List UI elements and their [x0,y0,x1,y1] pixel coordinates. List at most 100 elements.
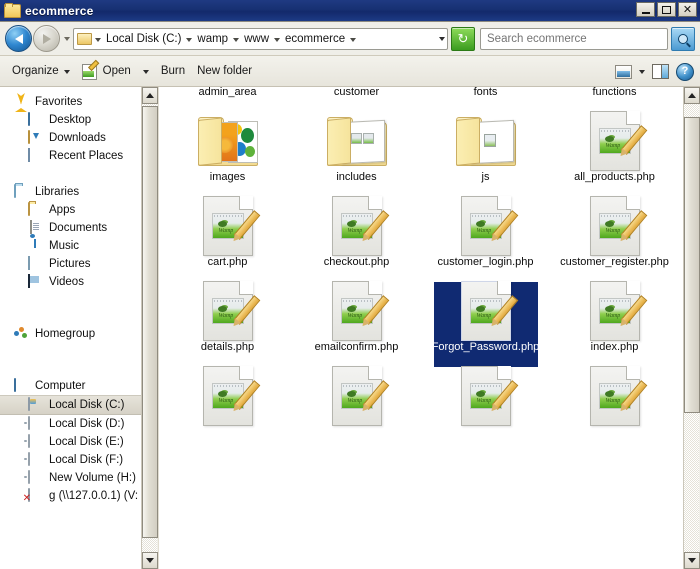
sidebar-item-videos[interactable]: Videos [0,273,158,291]
nav-label: Documents [49,222,108,234]
file-item[interactable]: js [421,110,550,195]
nav-header-favorites[interactable]: Favorites [0,93,158,112]
sidebar-item-local-disk-c[interactable]: Local Disk (C:) [0,395,158,415]
folder-icon [455,112,516,170]
drive-icon [28,416,44,431]
file-item[interactable]: Wamp checkout.php [292,195,421,280]
computer-icon [14,378,30,393]
preview-pane-icon[interactable] [652,64,669,79]
file-item[interactable]: Wamp all_products.php [550,110,679,195]
file-item[interactable]: customer [292,87,421,110]
path-dropdown-icon[interactable] [439,36,445,41]
video-icon [28,274,44,289]
navigation-pane-scrollbar[interactable] [141,87,158,569]
search-input[interactable] [481,28,667,49]
breadcrumb-item-3[interactable]: ecommerce [283,33,347,45]
sidebar-item-pictures[interactable]: Pictures [0,255,158,273]
scrollbar-thumb[interactable] [684,117,700,413]
refresh-icon: ↻ [457,31,469,46]
downloads-icon [28,130,44,145]
file-item[interactable]: Wamp emailconfirm.php [292,280,421,365]
refresh-button[interactable]: ↻ [451,26,475,51]
php-file-icon: Wamp [589,366,647,426]
minimize-button[interactable] [636,2,655,17]
file-name: images [209,171,246,183]
new-folder-button[interactable]: New folder [191,62,258,80]
file-name: includes [336,171,377,183]
help-icon[interactable]: ? [676,62,694,81]
breadcrumb[interactable]: Local Disk (C:) wamp www ecommerce [73,27,448,50]
nav-header-computer[interactable]: Computer [0,377,158,395]
nav-label: Videos [49,276,84,288]
window-title: ecommerce [25,3,94,18]
sidebar-item-desktop[interactable]: Desktop [0,111,158,129]
file-item[interactable]: Wamp customer_register.php [550,195,679,280]
burn-label: Burn [160,65,186,77]
sidebar-item-new-volume-h[interactable]: New Volume (H:) [0,469,158,487]
sidebar-item-network-drive-v[interactable]: g (\\127.0.0.1) (V: [0,487,158,505]
file-item[interactable]: images [163,110,292,195]
file-name: all_products.php [574,171,655,183]
file-item[interactable]: Wamp details.php [163,280,292,365]
file-item-selected[interactable]: Wamp Forgot_Password.php [421,280,550,365]
breadcrumb-item-0[interactable]: Local Disk (C:) [104,33,183,45]
recent-pages-dropdown[interactable] [60,26,73,51]
sidebar-item-music[interactable]: Music [0,237,158,255]
file-item[interactable]: Wamp cart.php [163,195,292,280]
file-item[interactable]: includes [292,110,421,195]
scroll-up-button[interactable] [142,87,158,104]
sidebar-item-downloads[interactable]: Downloads [0,129,158,147]
change-view-icon[interactable] [615,64,632,79]
breadcrumb-item-1[interactable]: wamp [195,33,230,45]
nav-label: g (\\127.0.0.1) (V: [49,490,139,502]
file-list-pane[interactable]: admin_area customer fonts functions imag… [159,87,700,569]
sidebar-item-local-disk-d[interactable]: Local Disk (D:) [0,415,158,433]
burn-button[interactable]: Burn [155,62,191,80]
nav-label: Local Disk (E:) [49,436,124,448]
search-box[interactable] [480,27,668,50]
breadcrumb-item-2[interactable]: www [242,33,271,45]
nav-group-homegroup: Homegroup [0,325,158,343]
sidebar-item-homegroup[interactable]: Homegroup [0,325,158,343]
breadcrumb-separator-icon [274,37,281,42]
scrollbar-thumb[interactable] [142,106,158,538]
sidebar-item-local-disk-e[interactable]: Local Disk (E:) [0,433,158,451]
open-dropdown-button[interactable] [137,65,155,77]
search-button[interactable] [671,26,695,51]
scroll-up-button[interactable] [684,87,700,104]
sidebar-item-apps[interactable]: Apps [0,201,158,219]
file-item[interactable]: Wamp [292,365,421,450]
file-item[interactable]: Wamp [421,365,550,450]
close-button[interactable]: ✕ [678,2,697,17]
libraries-icon [14,184,30,199]
file-item[interactable]: fonts [421,87,550,110]
command-bar-right: ? [615,56,694,87]
file-pane-scrollbar[interactable] [683,87,700,569]
command-bar: Organize Open Burn New folder ? [0,56,700,87]
nav-label: Downloads [49,132,106,144]
file-item[interactable]: admin_area [163,87,292,110]
open-button[interactable]: Open [76,59,137,82]
sidebar-item-documents[interactable]: Documents [0,219,158,237]
scroll-down-button[interactable] [684,552,700,569]
forward-button[interactable] [33,25,60,52]
file-item[interactable]: functions [550,87,679,110]
nav-label: Libraries [35,186,80,198]
file-item[interactable]: Wamp [163,365,292,450]
maximize-button[interactable] [657,2,676,17]
organize-menu-button[interactable]: Organize [6,62,76,80]
chevron-down-icon [142,70,149,74]
nav-group-libraries: Libraries Apps Documents Music Pictures … [0,183,158,291]
view-chevron-down-icon[interactable] [639,69,645,74]
nav-header-libraries[interactable]: Libraries [0,183,158,201]
homegroup-icon [14,327,30,341]
sidebar-item-recent-places[interactable]: Recent Places [0,147,158,165]
file-item[interactable]: Wamp index.php [550,280,679,365]
scroll-down-button[interactable] [142,552,158,569]
file-item[interactable]: Wamp [550,365,679,450]
back-button[interactable] [5,25,32,52]
file-item[interactable]: Wamp customer_login.php [421,195,550,280]
sidebar-item-local-disk-f[interactable]: Local Disk (F:) [0,451,158,469]
